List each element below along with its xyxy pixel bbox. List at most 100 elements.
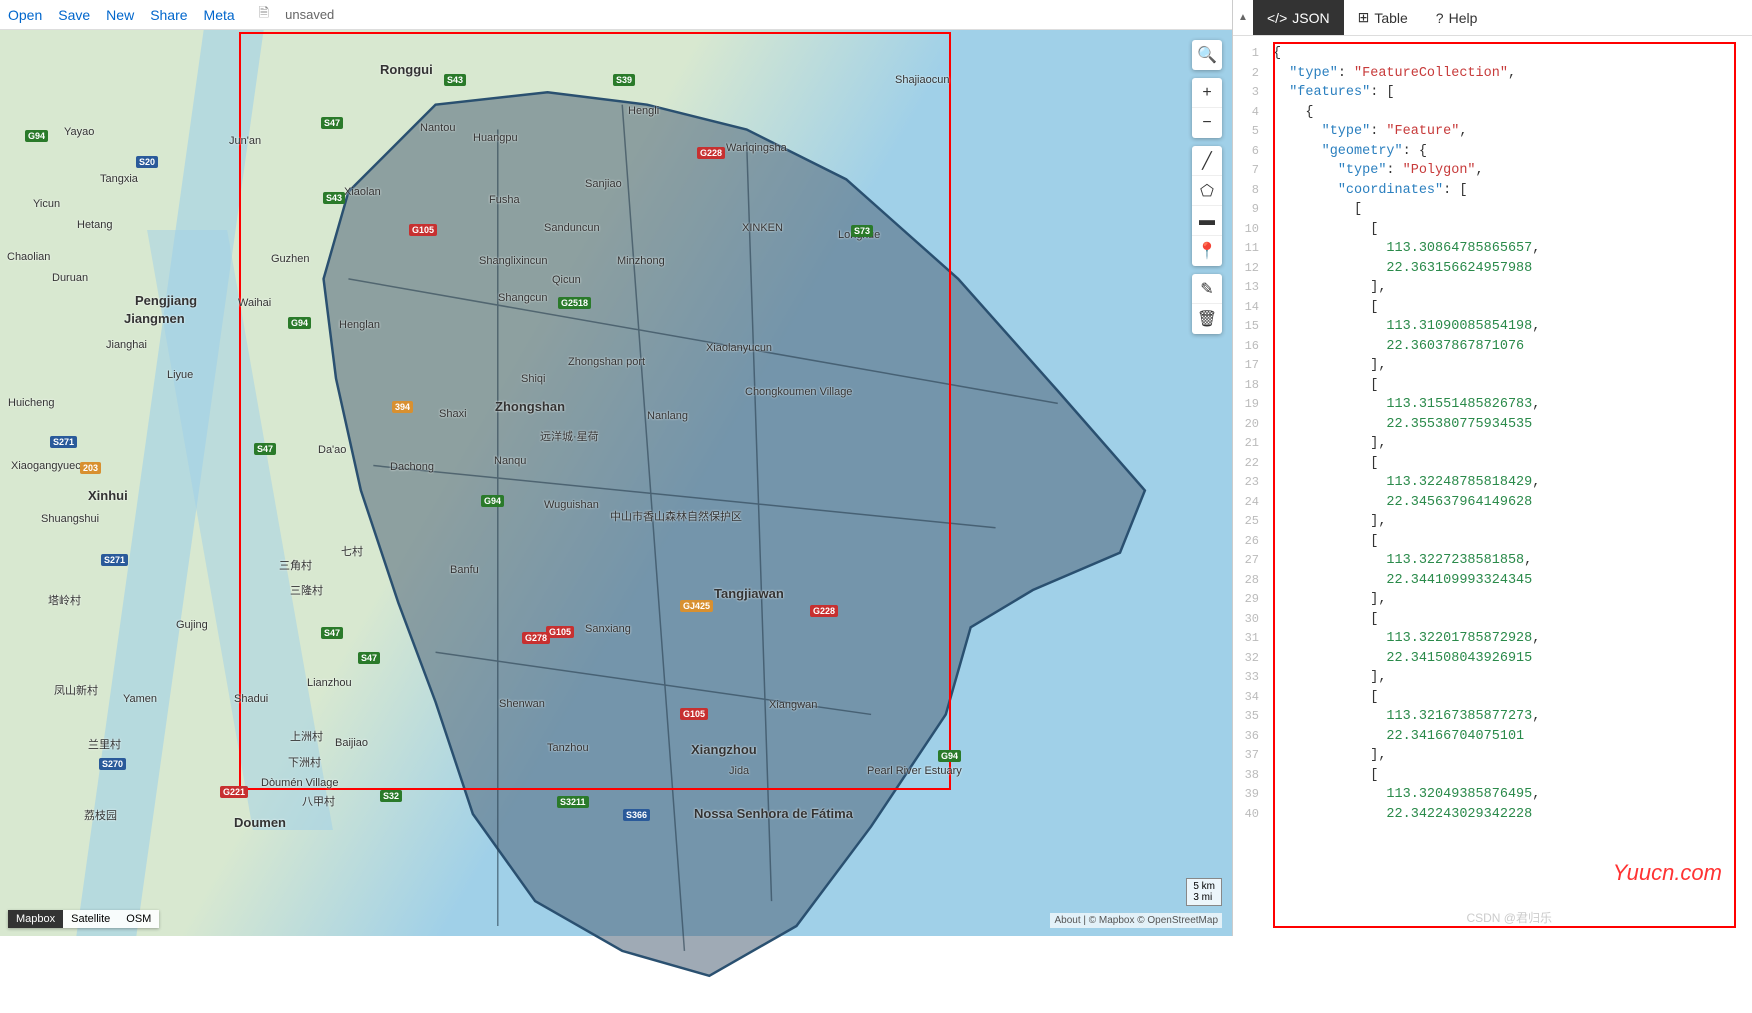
map-place-label: Shuangshui [41,513,99,525]
map-place-label: Tangjiawan [714,586,784,601]
scale-bar: 5 km 3 mi [1186,878,1222,906]
new-link[interactable]: New [106,7,134,23]
map-place-label: Baijiao [335,737,368,749]
map-canvas[interactable]: RongguiYayaoJun'anNantouHuangpuHengliWan… [0,30,1232,936]
road-shield: S73 [851,225,873,237]
side-tabs: ▲ </> JSON ⊞ Table ? Help [1233,0,1752,36]
zoom-in-button[interactable]: + [1192,78,1222,108]
map-place-label: Duruan [52,272,88,284]
road-shield: S270 [99,758,126,770]
map-place-label: Shajiaocun [895,74,949,86]
road-shield: G228 [810,605,838,617]
map-place-label: Gujing [176,619,208,631]
map-place-label: 七村 [341,543,363,559]
save-link[interactable]: Save [58,7,90,23]
map-place-label: Shiqi [521,373,545,385]
map-place-label: Jun'an [229,135,261,147]
map-place-label: Hetang [77,219,112,231]
map-place-label: Da'ao [318,444,346,456]
map-place-label: 下洲村 [288,754,321,770]
open-link[interactable]: Open [8,7,42,23]
road-shield: G94 [25,130,48,142]
map-place-label: 凤山新村 [54,682,98,698]
road-shield: G2518 [558,297,591,309]
meta-link[interactable]: Meta [204,7,235,23]
road-shield: S43 [444,74,466,86]
road-shield: G105 [409,224,437,236]
road-shield: G105 [546,626,574,638]
map-place-label: Henglan [339,319,380,331]
basemap-satellite[interactable]: Satellite [63,910,118,928]
map-place-label: Nantou [420,122,455,134]
map-place-label: Yamen [123,693,157,705]
map-place-label: 荔枝园 [84,807,117,823]
json-editor[interactable]: 1234567891011121314151617181920212223242… [1233,36,1752,936]
map-place-label: Shadui [234,693,268,705]
map-place-label: Zhongshan [495,399,565,414]
map-place-label: 中山市香山森林自然保护区 [610,508,742,524]
map-place-label: Nanlang [647,410,688,422]
unsaved-label: unsaved [285,7,334,22]
draw-marker-icon[interactable]: 📍 [1192,236,1222,266]
road-shield: S47 [321,627,343,639]
map-place-label: Pearl River Estuary [867,765,962,777]
delete-icon[interactable]: 🗑 [1192,304,1222,334]
map-controls: 🔍 + − ╱ ⬠ ▬ 📍 ✎ 🗑 [1192,40,1222,334]
tab-json[interactable]: </> JSON [1253,0,1344,35]
map-place-label: Nanqu [494,455,526,467]
road-shield: 394 [392,401,413,413]
code-icon: </> [1267,10,1287,26]
tab-table[interactable]: ⊞ Table [1344,0,1422,35]
road-shield: S39 [613,74,635,86]
map-place-label: Jiangmen [124,311,185,326]
map-place-label: Lianzhou [307,677,352,689]
draw-rectangle-icon[interactable]: ▬ [1192,206,1222,236]
share-link[interactable]: Share [150,7,187,23]
map-place-label: Qicun [552,274,581,286]
road-shield: S32 [380,790,402,802]
road-shield: G94 [481,495,504,507]
road-shield: S271 [101,554,128,566]
draw-polygon-icon[interactable]: ⬠ [1192,176,1222,206]
road-shield: GJ425 [680,600,713,612]
road-shield: S47 [321,117,343,129]
map-place-label: Jida [729,765,749,777]
road-shield: G221 [220,786,248,798]
map-place-label: Xiaolan [344,186,381,198]
side-panel: ▲ </> JSON ⊞ Table ? Help 12345678910111… [1232,0,1752,936]
road-shield: S47 [254,443,276,455]
map-place-label: Wanqingsha [726,142,787,154]
road-shield: G278 [522,632,550,644]
map-place-label: Jianghai [106,339,147,351]
map-place-label: Chongkoumen Village [745,386,852,398]
map-place-label: Hengli [628,105,659,117]
map-place-label: Tanzhou [547,742,589,754]
map-place-label: 三角村 [279,557,312,573]
map-place-label: Banfu [450,564,479,576]
table-icon: ⊞ [1358,9,1370,26]
search-icon[interactable]: 🔍 [1192,40,1222,70]
basemap-osm[interactable]: OSM [118,910,159,928]
map-place-label: 塔岭村 [48,592,81,608]
road-shield: G105 [680,708,708,720]
map-place-label: Sanduncun [544,222,600,234]
collapse-icon[interactable]: ▲ [1233,12,1253,23]
basemap-mapbox[interactable]: Mapbox [8,910,63,928]
map-place-label: Dachong [390,461,434,473]
map-place-label: Huangpu [473,132,518,144]
road-shield: S3211 [557,796,589,808]
map-place-label: Shangcun [498,292,548,304]
map-place-label: Doumen [234,815,286,830]
map-place-label: Nossa Senhora de Fátima [694,806,853,821]
map-place-label: XINKEN [742,222,783,234]
map-place-label: Xiangwan [769,699,817,711]
draw-line-icon[interactable]: ╱ [1192,146,1222,176]
tab-help[interactable]: ? Help [1422,0,1492,35]
road-shield: S271 [50,436,77,448]
map-place-label: Fusha [489,194,520,206]
edit-icon[interactable]: ✎ [1192,274,1222,304]
road-shield: G94 [938,750,961,762]
map-place-label: Shanglixincun [479,255,548,267]
help-icon: ? [1436,10,1444,26]
zoom-out-button[interactable]: − [1192,108,1222,138]
